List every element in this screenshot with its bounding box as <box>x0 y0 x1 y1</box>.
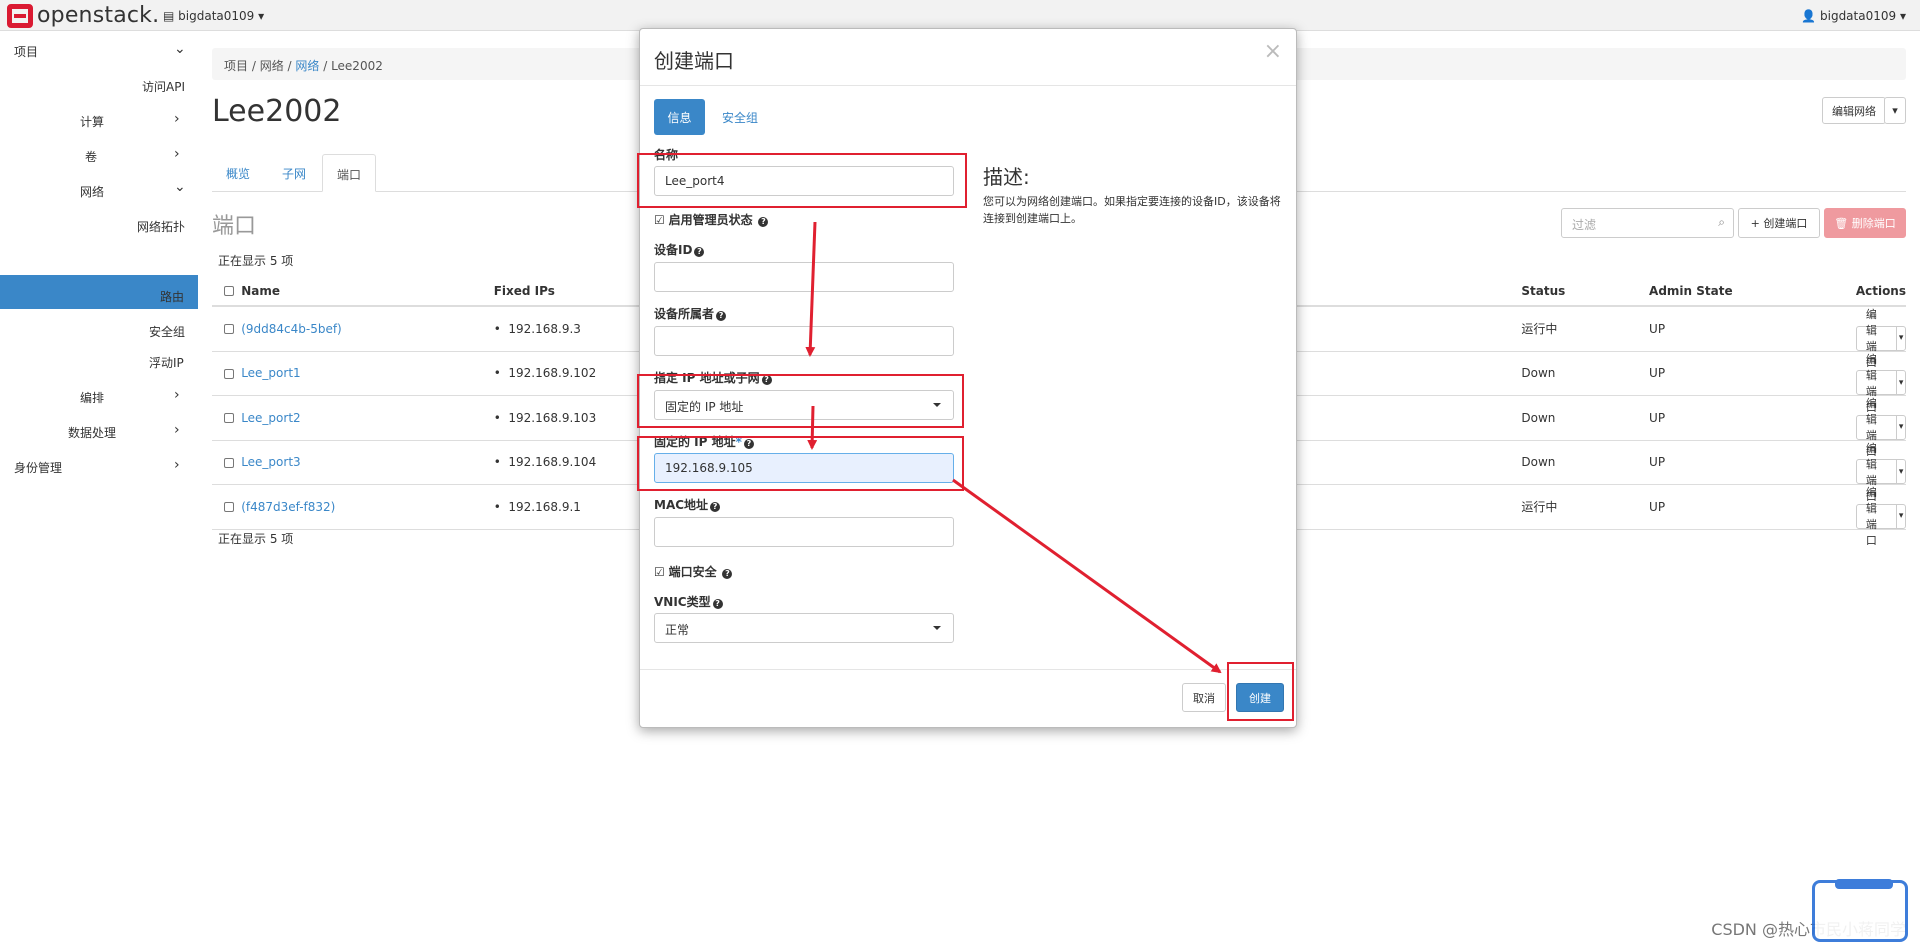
arrow-fixed-ip-to-create <box>952 478 1222 674</box>
arrow-name-to-ip-subnet <box>805 221 817 357</box>
arrow-ip-subnet-to-fixed-ip <box>807 405 818 450</box>
floating-helper-widget[interactable] <box>1812 879 1908 942</box>
widget-tab <box>1835 879 1893 889</box>
annotation-arrows <box>805 221 1222 674</box>
